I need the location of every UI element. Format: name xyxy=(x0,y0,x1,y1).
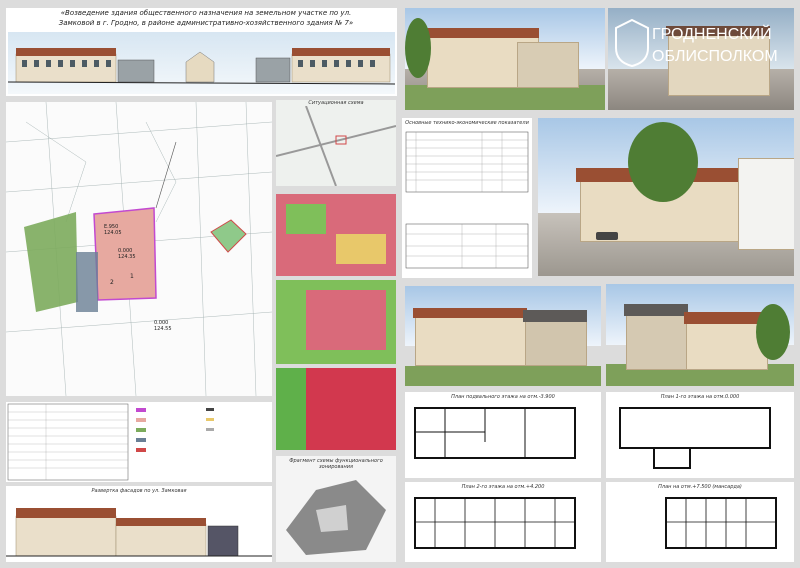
render-courtyard-view xyxy=(405,8,605,110)
master-plan-svg: Е.950 124.05 0.000 124.35 0.000 124.55 1… xyxy=(6,102,272,396)
first-floor-plan-caption: План 1-го этажа на отм.0.000 xyxy=(660,394,740,400)
situational-scheme: Ситуационная схема xyxy=(276,100,396,186)
level-mark-6: 124.55 xyxy=(154,326,172,332)
second-floor-plan-caption: План 2-го этажа на отм.+4.200 xyxy=(461,484,545,490)
legend-table-svg xyxy=(7,403,214,481)
first-floor-plan-svg xyxy=(619,407,771,469)
attic-plan-caption: План на отм.+7.500 (мансарда) xyxy=(658,484,742,490)
basement-plan-caption: План подвального этажа на отм.-3.900 xyxy=(451,394,555,400)
second-floor-plan: План 2-го этажа на отм.+4.200 xyxy=(405,482,601,562)
zoning-map-3 xyxy=(276,368,396,450)
attic-plan: План на отм.+7.500 (мансарда) xyxy=(606,482,794,562)
emblem-icon xyxy=(615,18,649,68)
render-front-facade xyxy=(405,286,601,386)
street-facade-caption: Развертка фасадов по ул. Замковая xyxy=(91,488,187,494)
zoning-scheme-caption: Фрагмент схемы функционального зонирован… xyxy=(289,458,383,470)
situational-map-svg xyxy=(276,106,396,186)
render-main-perspective xyxy=(538,118,794,276)
level-mark-2: 124.05 xyxy=(104,230,122,236)
first-floor-plan: План 1-го этажа на отм.0.000 xyxy=(606,392,794,478)
second-floor-plan-svg xyxy=(414,497,576,549)
zoning-fragment-svg xyxy=(286,480,386,555)
building-number-2: 2 xyxy=(110,279,114,286)
tech-table-caption: Основные технико-экономические показател… xyxy=(405,120,529,126)
logo-line1: ГРОДНЕНСКИЙ xyxy=(652,26,772,43)
title-panel: «Возведение здания общественного назначе… xyxy=(6,8,397,96)
building-number-1: 1 xyxy=(130,273,134,280)
legend-and-tables xyxy=(6,402,272,482)
tech-table-svg xyxy=(405,131,529,269)
basement-plan: План подвального этажа на отм.-3.900 xyxy=(405,392,601,478)
render-side-view xyxy=(606,284,794,386)
elevation-drawing xyxy=(7,32,396,94)
street-facade-svg xyxy=(6,508,272,557)
level-mark-4: 124.35 xyxy=(118,254,136,260)
zoning-scheme-fragment: Фрагмент схемы функционального зонирован… xyxy=(276,456,396,562)
tech-indicators: Основные технико-экономические показател… xyxy=(402,118,532,278)
project-title-line1: «Возведение здания общественного назначе… xyxy=(60,9,352,17)
project-title-line2: Замковой в г. Гродно, в районе администр… xyxy=(58,19,354,27)
master-plan: Е.950 124.05 0.000 124.35 0.000 124.55 1… xyxy=(6,102,272,396)
zoning-map-1 xyxy=(276,194,396,276)
street-elevation-svg xyxy=(7,48,396,85)
zoning-map-2 xyxy=(276,280,396,364)
logo-line2: ОБЛИСПОЛКОМ xyxy=(652,48,778,65)
render-corner-view-with-logo: ГРОДНЕНСКИЙ ОБЛИСПОЛКОМ xyxy=(608,8,794,110)
attic-plan-svg xyxy=(665,497,777,549)
street-facade-panel: Развертка фасадов по ул. Замковая xyxy=(6,486,272,562)
basement-plan-svg xyxy=(414,407,576,459)
